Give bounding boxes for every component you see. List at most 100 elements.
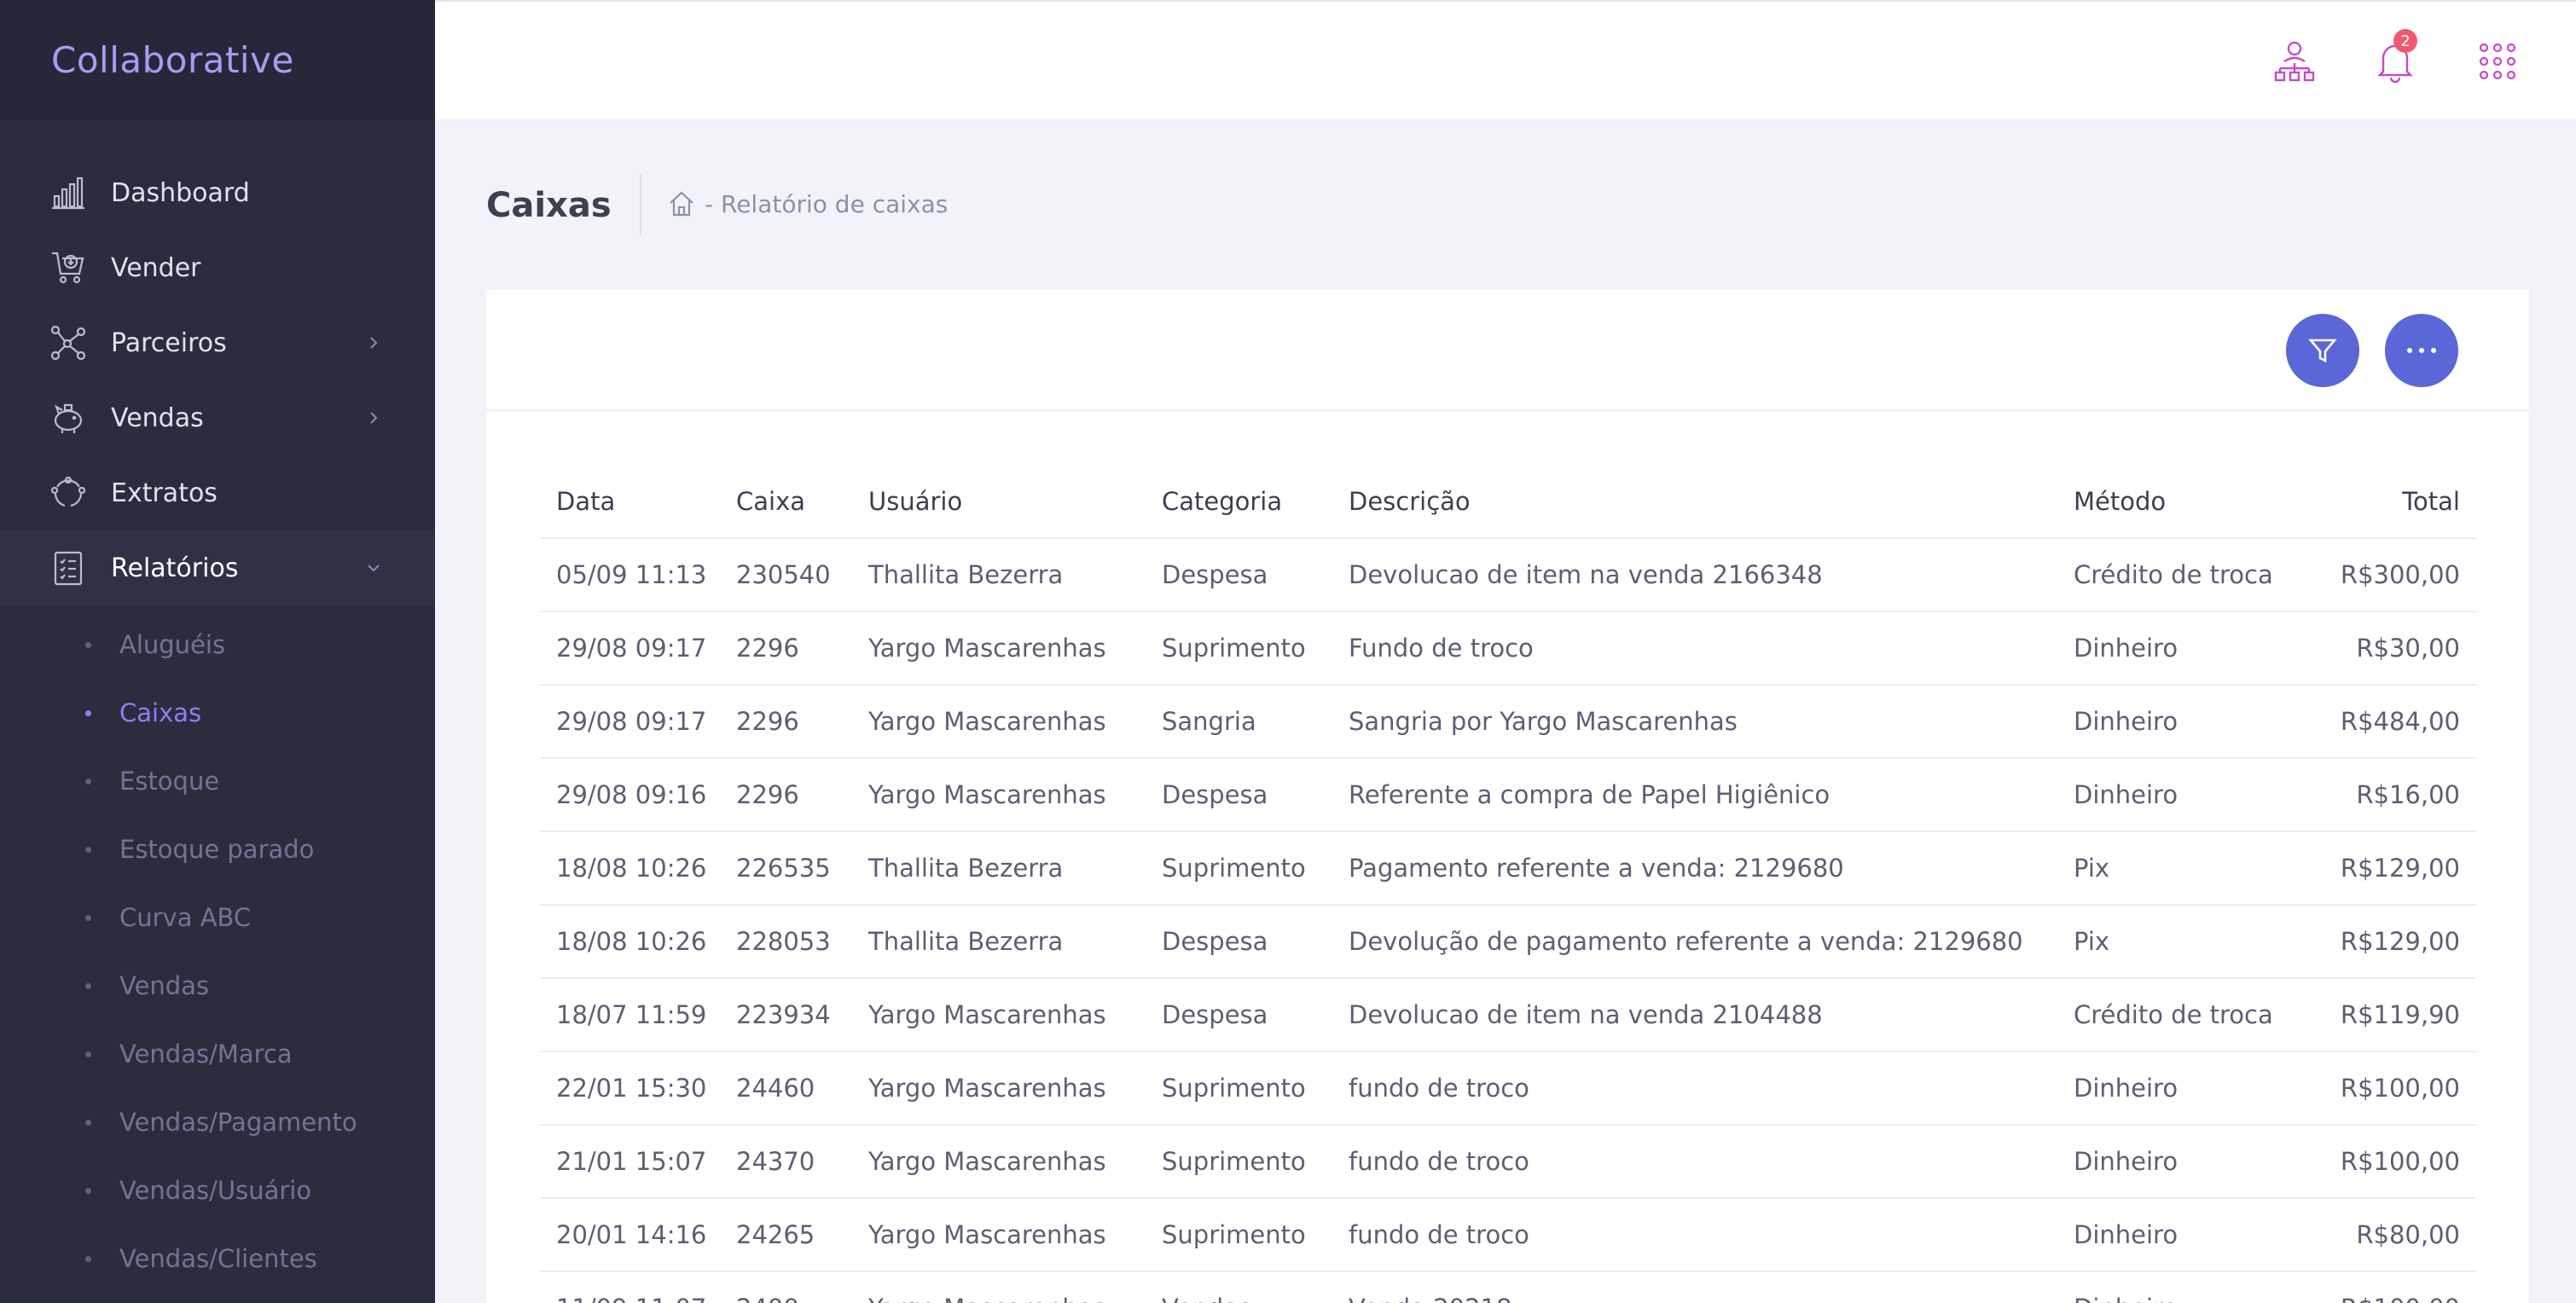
cell-caixa: 228053 xyxy=(719,905,851,979)
table-row[interactable]: 29/08 09:17 2296 Yargo Mascarenhas Suprimen… xyxy=(539,611,2477,686)
cell-total: R$119,90 xyxy=(2312,978,2477,1052)
bullet-icon xyxy=(85,778,91,785)
more-options-button[interactable] xyxy=(2385,314,2458,387)
chevron-down-icon xyxy=(368,565,380,572)
cell-data: 21/01 15:07 xyxy=(539,1125,719,1199)
cell-metodo: Dinheiro xyxy=(2057,611,2312,686)
cell-descricao: Devolução de pagamento referente a venda… xyxy=(1332,905,2057,979)
table-row[interactable]: 05/09 11:13 230540 Thallita Bezerra Despesa… xyxy=(539,538,2477,612)
column-header-data[interactable]: Data xyxy=(539,465,719,539)
table-row[interactable]: 22/01 15:30 24460 Yargo Mascarenhas Suprime… xyxy=(539,1051,2477,1126)
notifications-button[interactable]: 2 xyxy=(2370,29,2421,87)
sidebar-subitem-vendas-marca[interactable]: Vendas/Marca xyxy=(0,1020,435,1088)
cell-data: 05/09 11:13 xyxy=(539,538,719,612)
cell-data: 29/08 09:16 xyxy=(539,758,719,832)
cell-metodo: Crédito de troca xyxy=(2057,978,2312,1052)
sidebar-item-dashboard[interactable]: Dashboard xyxy=(0,155,435,230)
cell-total: R$129,00 xyxy=(2312,831,2477,906)
cell-metodo: Dinheiro xyxy=(2057,1198,2312,1272)
chevron-right-icon xyxy=(370,412,378,424)
cell-data: 18/07 11:59 xyxy=(539,978,719,1052)
cell-descricao: Devolucao de item na venda 2166348 xyxy=(1332,538,2057,612)
sidebar-subitem-estoque[interactable]: Estoque xyxy=(0,747,435,815)
table-row[interactable]: 29/08 09:17 2296 Yargo Mascarenhas Sangria S… xyxy=(539,685,2477,759)
more-dots-icon xyxy=(2407,348,2436,353)
cell-caixa: 24370 xyxy=(719,1125,851,1199)
sidebar-subitem-curva-abc[interactable]: Curva ABC xyxy=(0,883,435,952)
sidebar-subitem-vendas-usuario[interactable]: Vendas/Usuário xyxy=(0,1156,435,1225)
home-icon[interactable] xyxy=(667,189,696,218)
page-title: Caixas xyxy=(486,186,612,225)
sidebar-subitem-label: Vendas/Pagamento xyxy=(119,1108,357,1137)
table-row[interactable]: 18/08 10:26 228053 Thallita Bezerra Despesa… xyxy=(539,905,2477,979)
sidebar-subitem-caixas[interactable]: Caixas xyxy=(0,679,435,747)
cell-usuario: Thallita Bezerra xyxy=(851,831,1145,906)
sidebar-item-label: Parceiros xyxy=(111,327,227,358)
cell-usuario: Yargo Mascarenhas xyxy=(851,611,1145,686)
topbar: 2 xyxy=(435,0,2576,119)
piggy-bank-icon xyxy=(49,399,87,437)
table-body: 05/09 11:13 230540 Thallita Bezerra Despesa… xyxy=(539,538,2477,1303)
sidebar-subitem-label: Vendas xyxy=(119,971,210,1000)
breadcrumb-text[interactable]: - Relatório de caixas xyxy=(705,190,948,218)
cell-caixa: 24265 xyxy=(719,1198,851,1272)
apps-menu-button[interactable] xyxy=(2472,36,2523,87)
breadcrumb: - Relatório de caixas xyxy=(667,189,948,218)
cell-usuario: Yargo Mascarenhas xyxy=(851,685,1145,759)
column-header-metodo[interactable]: Método xyxy=(2057,465,2312,539)
column-header-usuario[interactable]: Usuário xyxy=(851,465,1145,539)
sidebar-item-vendas[interactable]: Vendas xyxy=(0,380,435,455)
sidebar-subitem-vendas[interactable]: Vendas xyxy=(0,952,435,1020)
report-card: Data Caixa Usuário Categoria Descrição M… xyxy=(486,290,2529,1303)
cell-caixa: 2296 xyxy=(719,611,851,686)
sidebar-item-parceiros[interactable]: Parceiros xyxy=(0,305,435,380)
cell-descricao: Pagamento referente a venda: 2129680 xyxy=(1332,831,2057,906)
cell-categoria: Suprimento xyxy=(1145,1051,1332,1126)
sidebar-subitem-alugueis[interactable]: Aluguéis xyxy=(0,611,435,679)
column-header-categoria[interactable]: Categoria xyxy=(1145,465,1332,539)
caixas-table: Data Caixa Usuário Categoria Descrição M… xyxy=(539,465,2477,1303)
sidebar-item-vender[interactable]: Vender xyxy=(0,230,435,305)
table-row[interactable]: 21/01 15:07 24370 Yargo Mascarenhas Suprime… xyxy=(539,1125,2477,1199)
cell-data: 29/08 09:17 xyxy=(539,611,719,686)
sidebar-subitem-vendas-pagamento[interactable]: Vendas/Pagamento xyxy=(0,1088,435,1156)
cell-caixa: 2296 xyxy=(719,685,851,759)
cell-categoria: Suprimento xyxy=(1145,1125,1332,1199)
cell-metodo: Dinheiro xyxy=(2057,1051,2312,1126)
sidebar-menu: Dashboard Vender Parceiros Vendas Extrat… xyxy=(0,119,435,1293)
bullet-icon xyxy=(85,1187,91,1194)
column-header-total[interactable]: Total xyxy=(2312,465,2477,539)
cell-descricao: Fundo de troco xyxy=(1332,611,2057,686)
sidebar-subitem-label: Vendas/Usuário xyxy=(119,1176,312,1205)
table-row[interactable]: 29/08 09:16 2296 Yargo Mascarenhas Despesa R… xyxy=(539,758,2477,832)
bullet-icon xyxy=(85,846,91,853)
cell-descricao: Sangria por Yargo Mascarenhas xyxy=(1332,685,2057,759)
brand-header: Collaborative xyxy=(0,0,435,119)
cell-total: R$80,00 xyxy=(2312,1198,2477,1272)
sidebar-item-label: Dashboard xyxy=(111,177,250,208)
cell-metodo: Dinheiro xyxy=(2057,1271,2312,1303)
bullet-icon xyxy=(85,709,91,716)
cell-usuario: Thallita Bezerra xyxy=(851,538,1145,612)
sidebar-subitem-estoque-parado[interactable]: Estoque parado xyxy=(0,815,435,883)
filter-button[interactable] xyxy=(2286,314,2359,387)
cell-descricao: fundo de troco xyxy=(1332,1051,2057,1126)
column-header-caixa[interactable]: Caixa xyxy=(719,465,851,539)
cell-total: R$100,00 xyxy=(2312,1271,2477,1303)
sidebar-subitem-vendas-clientes[interactable]: Vendas/Clientes xyxy=(0,1225,435,1293)
cell-data: 11/09 11:07 xyxy=(539,1271,719,1303)
table-row[interactable]: 20/01 14:16 24265 Yargo Mascarenhas Suprime… xyxy=(539,1198,2477,1272)
brand-logo-text[interactable]: Collaborative xyxy=(51,39,294,81)
cell-categoria: Suprimento xyxy=(1145,1198,1332,1272)
org-chart-button[interactable] xyxy=(2269,36,2320,87)
column-header-descricao[interactable]: Descrição xyxy=(1332,465,2057,539)
sidebar-item-label: Vendas xyxy=(111,402,204,433)
table-row[interactable]: 11/09 11:072400Yargo MascarenhasVendasVe… xyxy=(539,1271,2477,1303)
sidebar-item-relatorios[interactable]: Relatórios xyxy=(0,530,435,605)
sidebar-item-extratos[interactable]: Extratos xyxy=(0,455,435,530)
cell-caixa: 230540 xyxy=(719,538,851,612)
cell-descricao: fundo de troco xyxy=(1332,1125,2057,1199)
table-row[interactable]: 18/07 11:59 223934 Yargo Mascarenhas Despes… xyxy=(539,978,2477,1052)
table-row[interactable]: 18/08 10:26 226535 Thallita Bezerra Suprime… xyxy=(539,831,2477,906)
cell-categoria: Despesa xyxy=(1145,978,1332,1052)
